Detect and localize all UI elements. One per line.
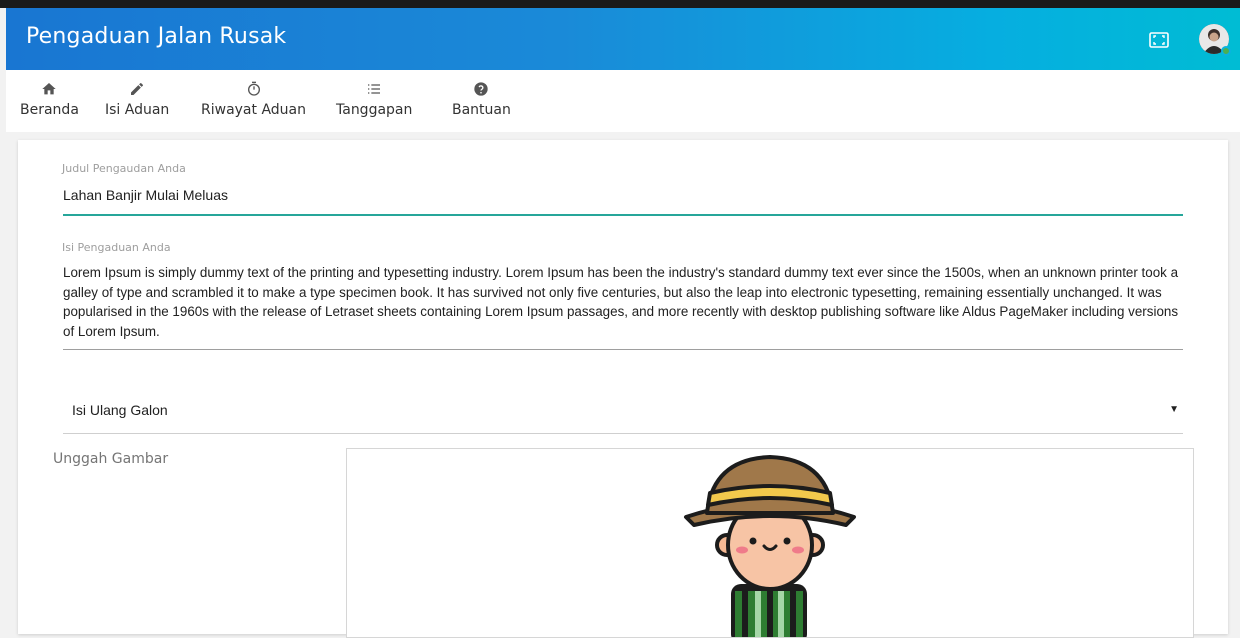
fullscreen-button[interactable] xyxy=(1147,28,1171,52)
list-icon xyxy=(365,80,383,98)
judul-label: Judul Pengaudan Anda xyxy=(62,162,186,175)
worker-mascot-icon xyxy=(684,455,856,637)
image-upload-dropzone[interactable] xyxy=(346,448,1194,638)
app-title: Pengaduan Jalan Rusak xyxy=(26,24,287,49)
kategori-select[interactable]: Isi Ulang Galon ▼ xyxy=(63,398,1183,428)
complaint-form-card: Judul Pengaudan Anda Lahan Banjir Mulai … xyxy=(18,140,1228,638)
nav-label: Bantuan xyxy=(452,102,511,118)
home-icon xyxy=(40,80,58,98)
fullscreen-icon xyxy=(1149,32,1169,48)
isi-text: Lorem Ipsum is simply dummy text of the … xyxy=(63,265,1179,339)
nav-label: Isi Aduan xyxy=(105,102,170,118)
pencil-icon xyxy=(128,80,146,98)
kategori-underline xyxy=(63,433,1183,434)
nav-item-bantuan[interactable]: Bantuan xyxy=(452,80,511,128)
dropdown-arrow-icon: ▼ xyxy=(1169,404,1179,415)
upload-label: Unggah Gambar xyxy=(53,451,169,467)
nav-label: Tanggapan xyxy=(336,102,413,118)
nav-label: Beranda xyxy=(20,102,79,118)
isi-underline xyxy=(63,349,1183,350)
user-avatar-button[interactable] xyxy=(1199,24,1231,56)
help-icon xyxy=(472,80,490,98)
window-top-strip xyxy=(0,0,1240,8)
kategori-selected-value: Isi Ulang Galon xyxy=(72,402,168,418)
timer-icon xyxy=(245,80,263,98)
nav-item-tanggapan[interactable]: Tanggapan xyxy=(336,80,412,128)
judul-input[interactable]: Lahan Banjir Mulai Meluas xyxy=(63,187,228,203)
main-nav: Beranda Isi Aduan Riwayat Aduan Tanggapa… xyxy=(6,70,1240,132)
nav-item-isi-aduan[interactable]: Isi Aduan xyxy=(105,80,169,128)
nav-label: Riwayat Aduan xyxy=(201,102,306,118)
online-status-dot xyxy=(1221,46,1231,56)
judul-underline xyxy=(63,214,1183,216)
isi-label: Isi Pengaduan Anda xyxy=(62,241,171,254)
nav-item-beranda[interactable]: Beranda xyxy=(20,80,79,128)
app-bar: Pengaduan Jalan Rusak xyxy=(6,8,1240,70)
nav-item-riwayat-aduan[interactable]: Riwayat Aduan xyxy=(201,80,306,128)
isi-textarea[interactable]: Lorem Ipsum is simply dummy text of the … xyxy=(63,263,1183,341)
